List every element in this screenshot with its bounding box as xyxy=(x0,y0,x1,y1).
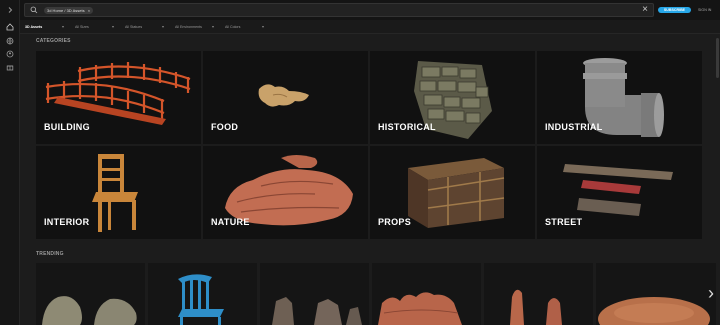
left-rail xyxy=(0,0,20,325)
globe-icon[interactable] xyxy=(6,37,14,45)
gift-icon[interactable] xyxy=(6,63,14,71)
category-label: HISTORICAL xyxy=(378,122,436,132)
filter-environments[interactable]: All Environments xyxy=(175,25,202,30)
blue-chair-image xyxy=(178,274,224,325)
filter-asset-type[interactable]: 3D Assets xyxy=(25,25,42,30)
category-label: INDUSTRIAL xyxy=(545,122,603,132)
categories-title: CATEGORIES xyxy=(36,38,71,44)
boulders-image xyxy=(42,296,137,325)
filter-sizes[interactable]: All Sizes xyxy=(75,25,89,30)
trending-card-rocks[interactable] xyxy=(260,263,369,325)
filter-statues[interactable]: All Statues xyxy=(125,25,142,30)
filter-bar: 3D Assets All Sizes All Statues All Envi… xyxy=(20,20,720,34)
trending-card-chair[interactable] xyxy=(148,263,257,325)
top-bar: 3d Home / 3D Assets × × SUBSCRIBE SIGN I… xyxy=(20,0,720,20)
chevron-down-icon xyxy=(212,26,214,28)
category-label: STREET xyxy=(545,217,583,227)
clear-search-icon[interactable]: × xyxy=(642,4,648,16)
category-label: PROPS xyxy=(378,217,412,227)
category-label: BUILDING xyxy=(44,122,90,132)
trending-card-spires[interactable] xyxy=(484,263,593,325)
chevron-down-icon xyxy=(62,26,64,28)
user-icon[interactable] xyxy=(6,50,14,58)
category-label: INTERIOR xyxy=(44,217,90,227)
trending-card-boulders[interactable] xyxy=(36,263,145,325)
trending-card-sand[interactable]: › xyxy=(596,263,716,325)
category-card-industrial[interactable]: INDUSTRIAL xyxy=(537,51,702,144)
chip-close-icon[interactable]: × xyxy=(88,8,90,13)
rock-pillars-image xyxy=(272,297,362,325)
hoodoos-image xyxy=(378,292,462,325)
chevron-down-icon xyxy=(162,26,164,28)
filter-colors[interactable]: All Colors xyxy=(225,25,240,30)
search-icon xyxy=(30,6,38,14)
search-chip[interactable]: 3d Home / 3D Assets × xyxy=(44,7,94,14)
category-card-food[interactable]: FOOD xyxy=(203,51,368,144)
category-card-historical[interactable]: HISTORICAL xyxy=(370,51,535,144)
category-card-interior[interactable]: INTERIOR xyxy=(36,146,201,239)
search-bar[interactable]: 3d Home / 3D Assets × × xyxy=(24,3,654,17)
page-scrollbar[interactable] xyxy=(716,38,719,78)
category-card-street[interactable]: STREET xyxy=(537,146,702,239)
trending-title: TRENDING xyxy=(36,251,64,257)
next-arrow-icon[interactable]: › xyxy=(708,283,714,304)
category-card-building[interactable]: BUILDING xyxy=(36,51,201,144)
spires-image xyxy=(510,289,562,325)
chevron-down-icon xyxy=(112,26,114,28)
subscribe-button[interactable]: SUBSCRIBE xyxy=(658,7,691,13)
chevron-down-icon xyxy=(262,26,264,28)
category-label: FOOD xyxy=(211,122,239,132)
sand-mound-image xyxy=(598,297,710,325)
category-card-props[interactable]: PROPS xyxy=(370,146,535,239)
trending-card-hoodoos[interactable] xyxy=(372,263,481,325)
search-chip-label: 3d Home / 3D Assets xyxy=(47,8,85,13)
category-card-nature[interactable]: NATURE xyxy=(203,146,368,239)
sign-in-link[interactable]: SIGN IN xyxy=(698,7,711,13)
category-label: NATURE xyxy=(211,217,250,227)
home-icon[interactable] xyxy=(6,23,14,31)
chevron-right-icon[interactable] xyxy=(6,6,14,14)
